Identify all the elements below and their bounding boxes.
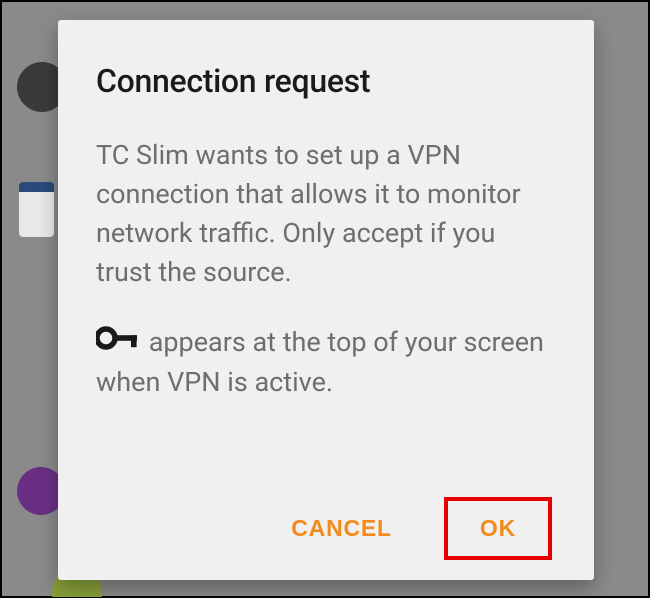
dialog-body-status: appears at the top of your screen when V… (96, 323, 556, 403)
screen-frame: Connection request TC Slim wants to set … (0, 0, 650, 598)
dialog-body-warning: TC Slim wants to set up a VPN connection… (96, 136, 556, 293)
dialog-body-status-text: appears at the top of your screen when V… (96, 326, 544, 398)
dialog-body: TC Slim wants to set up a VPN connection… (96, 136, 556, 485)
bg-app-icon (19, 182, 54, 237)
key-icon (96, 322, 138, 361)
dialog-actions: CANCEL OK (96, 497, 556, 560)
cancel-button[interactable]: CANCEL (267, 499, 416, 558)
dialog-title: Connection request (96, 62, 556, 100)
ok-highlight: OK (444, 497, 552, 560)
vpn-connection-dialog: Connection request TC Slim wants to set … (58, 20, 594, 580)
ok-button[interactable]: OK (448, 501, 548, 556)
